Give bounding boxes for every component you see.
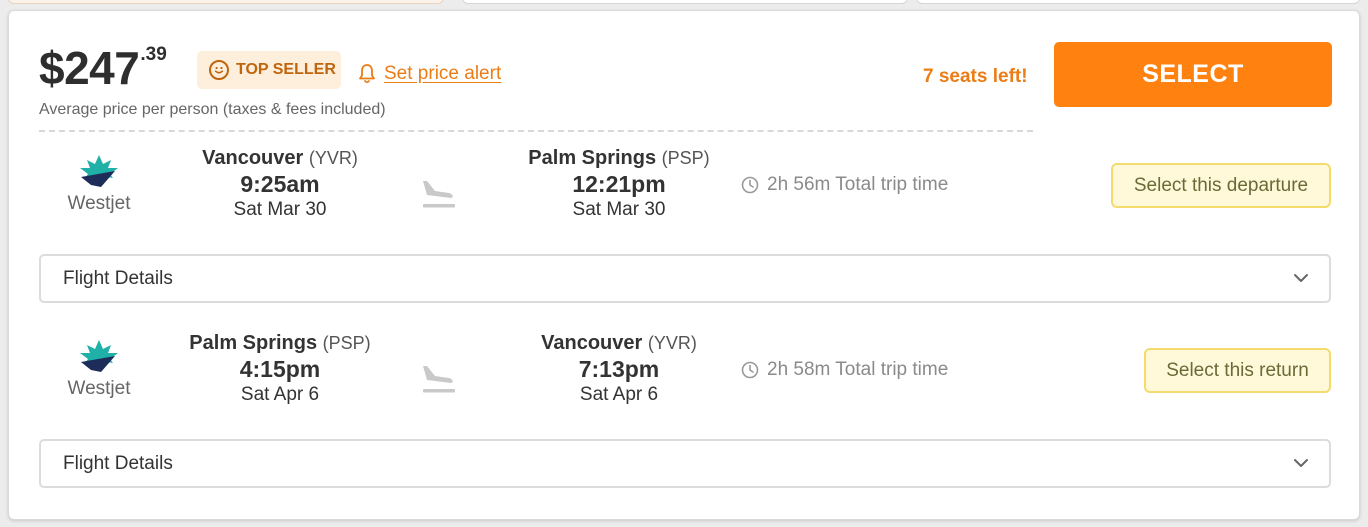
origin-code: (PSP) bbox=[322, 333, 371, 353]
origin: Vancouver (YVR) 9:25am Sat Mar 30 bbox=[191, 147, 369, 221]
destination-city: Palm Springs bbox=[528, 147, 657, 169]
airline: Westjet bbox=[59, 338, 139, 400]
result-tab-edge[interactable] bbox=[462, 0, 908, 4]
divider bbox=[39, 130, 1033, 132]
trip-duration: 2h 58m Total trip time bbox=[741, 359, 948, 381]
arrival-time: 7:13pm bbox=[578, 356, 660, 382]
destination-city: Vancouver bbox=[541, 332, 643, 354]
airline-name: Westjet bbox=[67, 378, 131, 399]
plane-landing-icon bbox=[423, 181, 455, 208]
flight-result-card: $247.39 TOP SELLER Set price alert Avera… bbox=[8, 10, 1360, 520]
price-dollars: $247 bbox=[39, 42, 140, 94]
result-tab-edge[interactable] bbox=[8, 0, 444, 4]
top-tabs bbox=[0, 0, 1368, 6]
origin: Palm Springs (PSP) 4:15pm Sat Apr 6 bbox=[177, 332, 383, 406]
price: $247.39 bbox=[39, 41, 167, 95]
westjet-logo-icon bbox=[80, 340, 118, 372]
arrival-date: Sat Mar 30 bbox=[572, 199, 666, 220]
top-seller-label: TOP SELLER bbox=[236, 61, 336, 78]
chevron-down-icon bbox=[1294, 274, 1308, 282]
duration-text: 2h 56m Total trip time bbox=[767, 174, 949, 195]
leg-return: Westjet Palm Springs (PSP) 4:15pm Sat Ap… bbox=[9, 328, 1359, 418]
destination-code: (PSP) bbox=[661, 148, 710, 168]
flight-details-toggle[interactable]: Flight Details bbox=[39, 439, 1331, 488]
origin-city: Palm Springs bbox=[189, 332, 318, 354]
seats-left: 7 seats left! bbox=[923, 66, 1028, 87]
price-cents: .39 bbox=[140, 44, 167, 65]
destination-code: (YVR) bbox=[647, 333, 697, 353]
select-return-button[interactable]: Select this return bbox=[1144, 348, 1331, 393]
top-seller-badge: TOP SELLER bbox=[197, 51, 341, 89]
departure-time: 9:25am bbox=[240, 171, 320, 197]
set-price-alert-link[interactable]: Set price alert bbox=[357, 63, 501, 85]
departure-date: Sat Mar 30 bbox=[233, 199, 327, 220]
departure-time: 4:15pm bbox=[239, 356, 321, 382]
plane-landing-icon bbox=[423, 366, 455, 393]
set-price-alert-label: Set price alert bbox=[384, 63, 502, 84]
chevron-down-icon bbox=[1294, 459, 1308, 467]
clock-icon bbox=[741, 361, 759, 379]
result-tab-edge[interactable] bbox=[916, 0, 1360, 4]
arrival-time: 12:21pm bbox=[572, 171, 666, 197]
flight-details-label: Flight Details bbox=[63, 452, 173, 474]
select-button[interactable]: SELECT bbox=[1054, 42, 1332, 107]
airline-name: Westjet bbox=[67, 193, 131, 214]
departure-date: Sat Apr 6 bbox=[240, 384, 320, 405]
select-departure-button[interactable]: Select this departure bbox=[1111, 163, 1331, 208]
duration-text: 2h 58m Total trip time bbox=[767, 359, 949, 380]
westjet-logo-icon bbox=[80, 155, 118, 187]
flight-details-label: Flight Details bbox=[63, 267, 173, 289]
origin-code: (YVR) bbox=[308, 148, 358, 168]
airline: Westjet bbox=[59, 153, 139, 215]
trip-duration: 2h 56m Total trip time bbox=[741, 174, 948, 196]
leg-departure: Westjet Vancouver (YVR) 9:25am Sat Mar 3… bbox=[9, 143, 1359, 233]
bell-icon bbox=[359, 64, 375, 84]
destination: Palm Springs (PSP) 12:21pm Sat Mar 30 bbox=[517, 147, 721, 221]
flight-details-toggle[interactable]: Flight Details bbox=[39, 254, 1331, 303]
arrival-date: Sat Apr 6 bbox=[579, 384, 659, 405]
smiley-icon bbox=[209, 60, 229, 80]
clock-icon bbox=[741, 176, 759, 194]
price-note: Average price per person (taxes & fees i… bbox=[39, 101, 386, 118]
origin-city: Vancouver bbox=[202, 147, 304, 169]
destination: Vancouver (YVR) 7:13pm Sat Apr 6 bbox=[527, 332, 711, 406]
